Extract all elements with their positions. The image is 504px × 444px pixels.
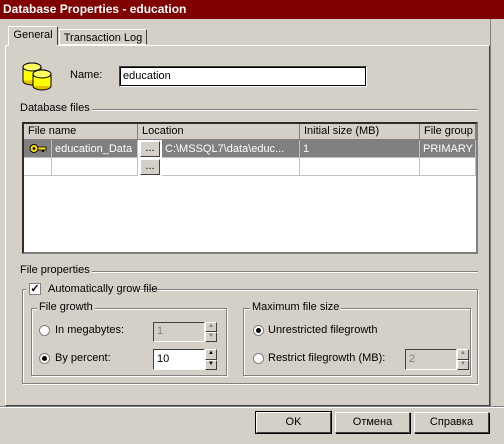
auto-grow-legend: ✓ Automatically grow file (26, 282, 157, 296)
row-key-cell (24, 140, 52, 158)
spin-up-icon[interactable]: ▲ (457, 349, 469, 360)
location-cell[interactable] (162, 158, 300, 176)
title-bar[interactable]: Database Properties - education (0, 0, 504, 19)
spin-up-icon[interactable]: ▲ (205, 349, 217, 360)
file-properties-label: File properties (18, 264, 92, 276)
by-percent-label[interactable]: By percent: (55, 352, 111, 364)
database-files-label: Database files (18, 102, 92, 114)
table-row[interactable]: education_Data ... C:\MSSQL7\data\educ..… (24, 140, 476, 158)
active-tab-joiner (9, 44, 57, 47)
name-input[interactable]: education (119, 66, 367, 87)
file-name-cell[interactable]: education_Data (52, 140, 138, 158)
spin-down-icon[interactable]: ▼ (205, 332, 217, 342)
browse-location-button[interactable]: ... (140, 141, 160, 157)
file-growth-legend: File growth (37, 301, 95, 313)
restrict-mb-input[interactable]: 2 (405, 349, 457, 370)
row-key-cell (24, 158, 52, 176)
column-header-file-name[interactable]: File name (24, 124, 138, 140)
column-header-file-group[interactable]: File group (420, 124, 476, 140)
restrict-radio[interactable] (253, 353, 264, 364)
restrict-mb-spinner[interactable]: ▲ ▼ (457, 349, 469, 370)
spin-up-icon[interactable]: ▲ (205, 322, 217, 332)
max-file-size-legend: Maximum file size (250, 301, 342, 313)
ok-button[interactable]: OK (255, 411, 332, 434)
spin-down-icon[interactable]: ▼ (457, 359, 469, 370)
database-files-grid[interactable]: File name Location Initial size (MB) Fil… (22, 122, 478, 254)
auto-grow-label[interactable]: Automatically grow file (48, 283, 157, 295)
tab-general[interactable]: General (8, 26, 58, 46)
column-header-location[interactable]: Location (138, 124, 300, 140)
megabytes-spinner[interactable]: ▲ ▼ (205, 322, 217, 342)
percent-spinner[interactable]: ▲ ▼ (205, 349, 217, 370)
cancel-button[interactable]: Отмена (335, 412, 410, 433)
unrestricted-radio[interactable] (253, 325, 264, 336)
column-header-initial-size[interactable]: Initial size (MB) (300, 124, 420, 140)
file-group-cell[interactable] (420, 158, 476, 176)
name-label: Name: (70, 69, 103, 81)
unrestricted-label[interactable]: Unrestricted filegrowth (268, 324, 377, 336)
in-megabytes-label[interactable]: In megabytes: (55, 324, 124, 336)
initial-size-cell[interactable] (300, 158, 420, 176)
by-percent-radio[interactable] (39, 353, 50, 364)
browse-location-button[interactable]: ... (140, 159, 160, 175)
file-name-cell[interactable] (52, 158, 138, 176)
table-row[interactable]: ... (24, 158, 476, 176)
auto-grow-checkbox[interactable]: ✓ (29, 283, 41, 295)
initial-size-cell[interactable]: 1 (300, 140, 420, 158)
spin-down-icon[interactable]: ▼ (205, 359, 217, 370)
in-megabytes-radio[interactable] (39, 325, 50, 336)
help-button[interactable]: Справка (414, 412, 489, 433)
restrict-label[interactable]: Restrict filegrowth (MB): (268, 352, 385, 364)
primary-key-icon (29, 143, 47, 157)
percent-input[interactable]: 10 (153, 349, 205, 370)
megabytes-input[interactable]: 1 (153, 322, 205, 342)
location-cell[interactable]: C:\MSSQL7\data\educ... (162, 140, 300, 158)
window-title: Database Properties - education (3, 2, 187, 16)
database-icon (20, 57, 54, 91)
dialog-right-edge (490, 19, 504, 407)
tab-transaction-log[interactable]: Transaction Log (59, 29, 147, 45)
button-area-separator (0, 406, 504, 408)
file-group-cell[interactable]: PRIMARY (420, 140, 476, 158)
